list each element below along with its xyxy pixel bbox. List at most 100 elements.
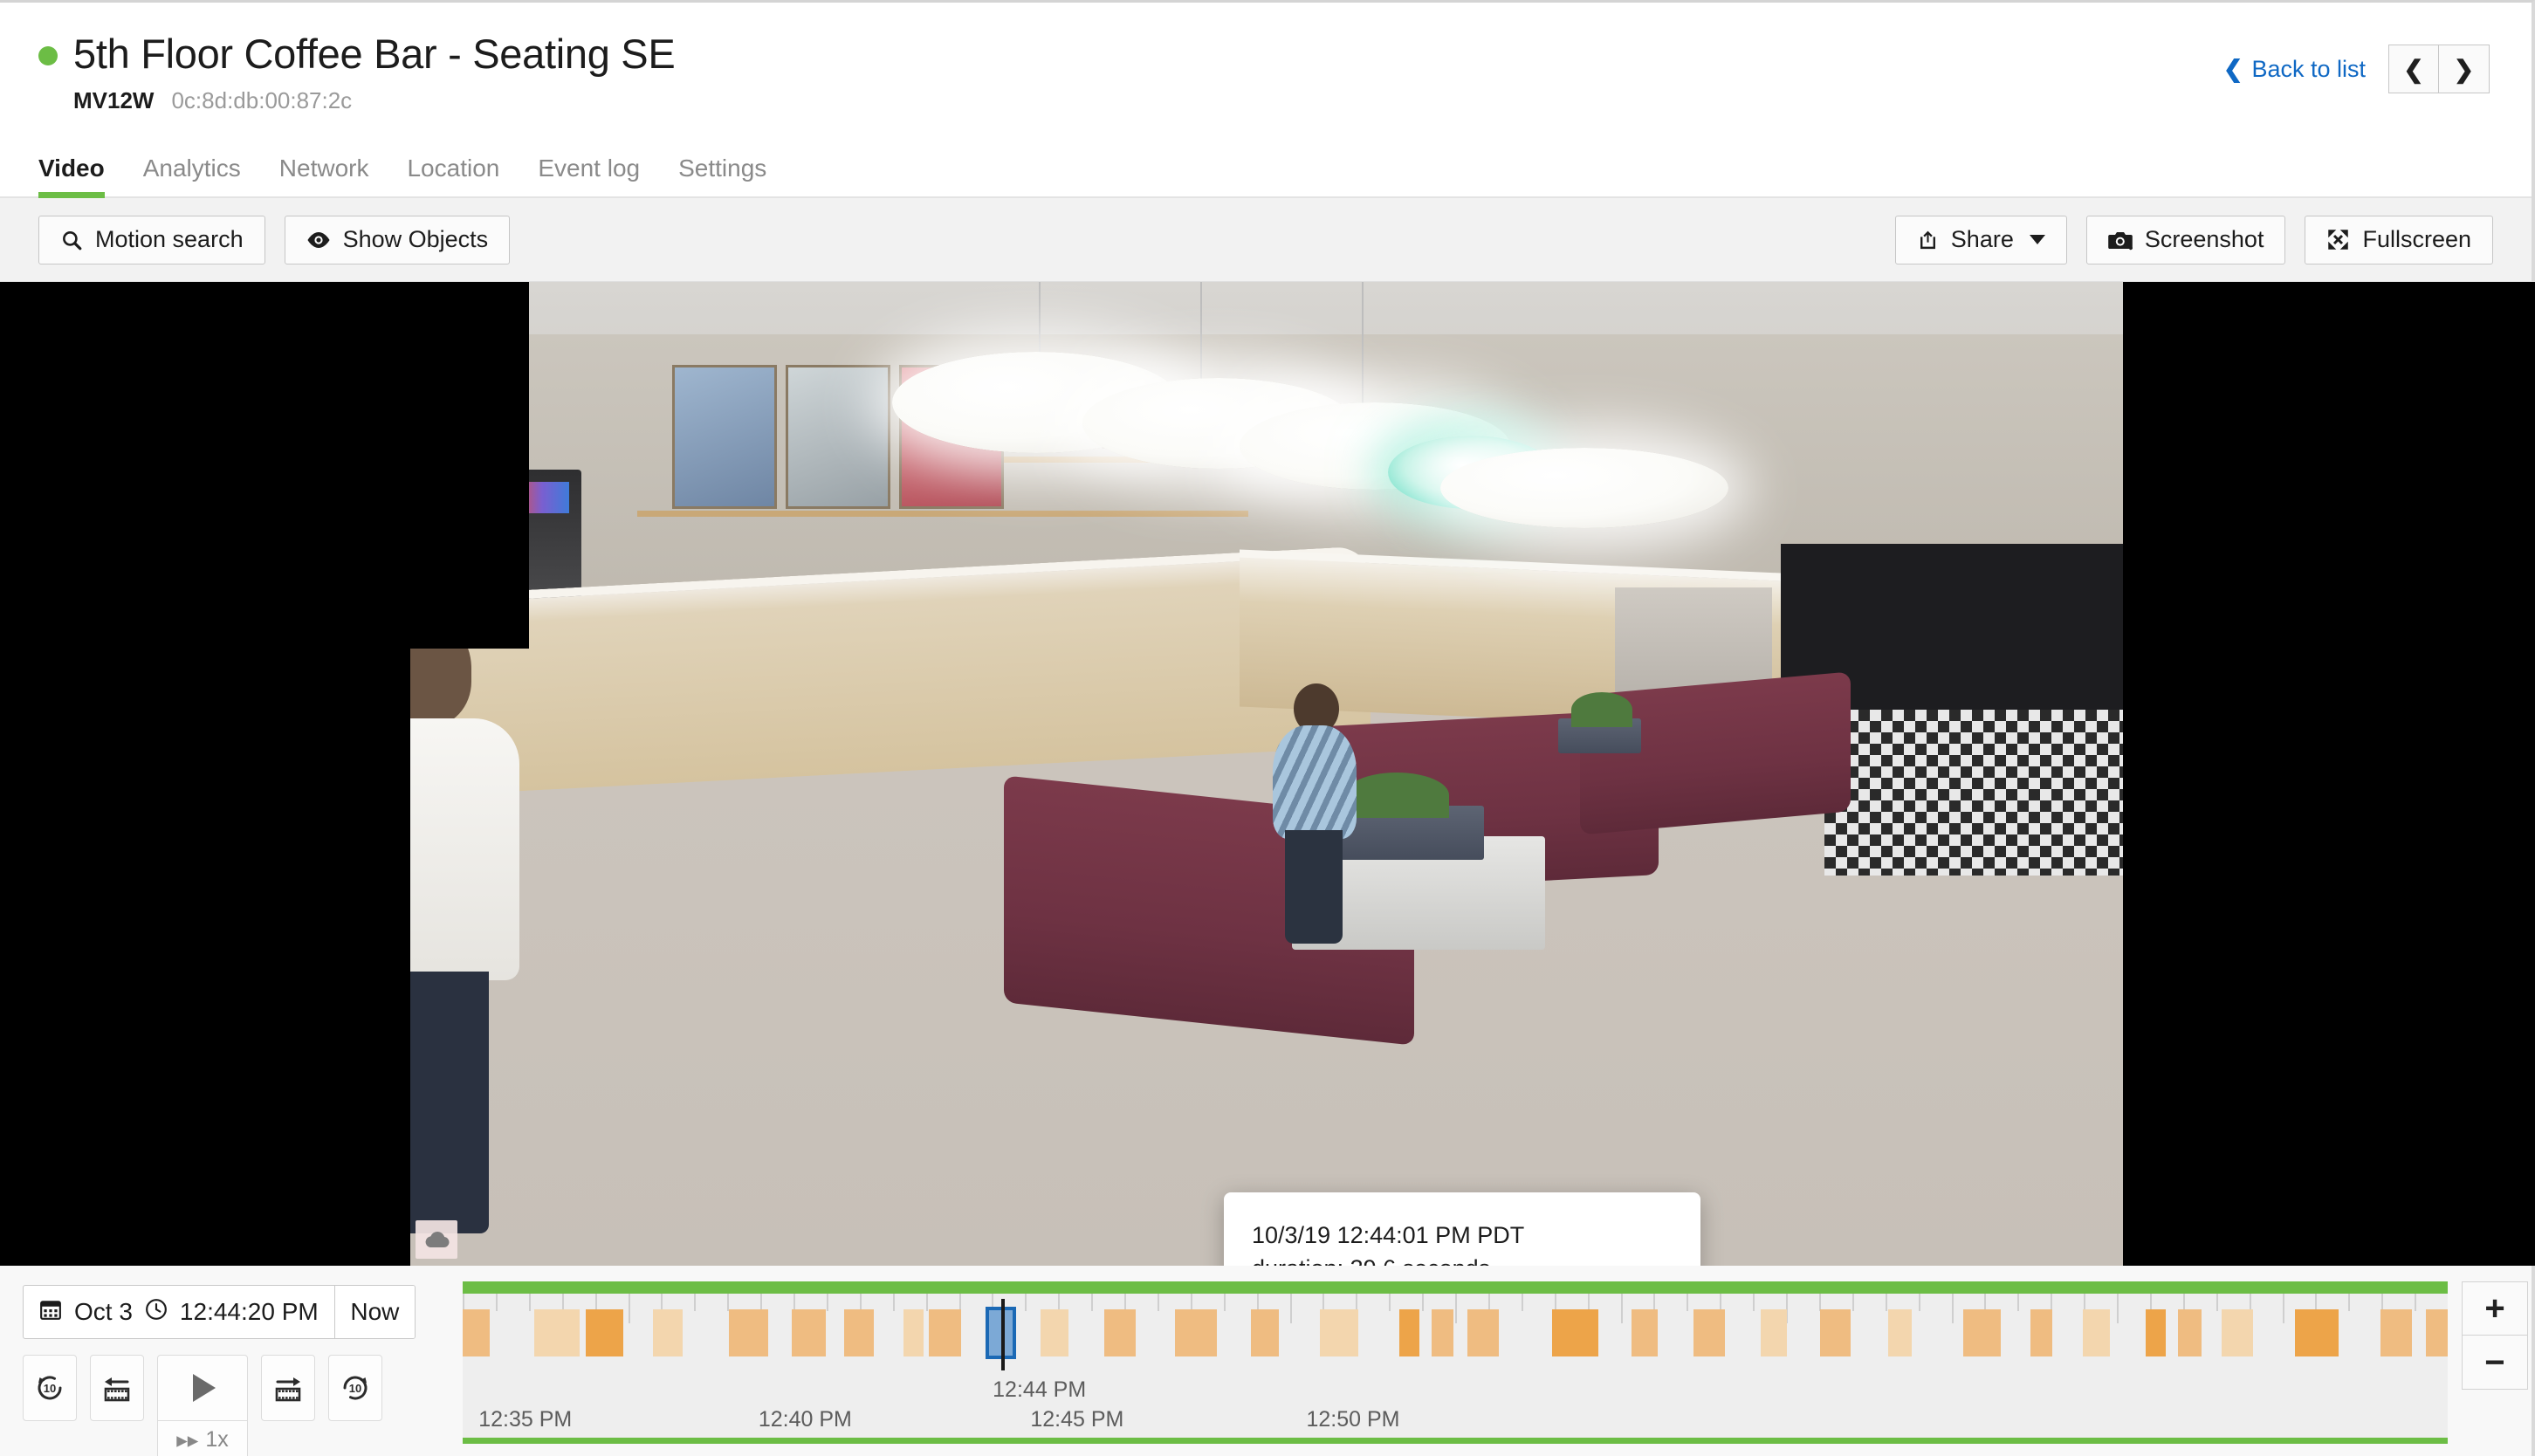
tab-event-log[interactable]: Event log: [519, 155, 659, 196]
playback-controls: Oct 3 12:44:20 PM Now 10: [0, 1266, 454, 1456]
timeline-motion-event[interactable]: [1104, 1309, 1136, 1356]
timeline-tick: [827, 1294, 828, 1311]
timeline-motion-event[interactable]: [463, 1309, 490, 1356]
timeline-tick: [1290, 1294, 1292, 1323]
timeline-tick: [860, 1294, 862, 1311]
timeline-motion-event[interactable]: [1432, 1309, 1453, 1356]
timeline-playhead[interactable]: [1001, 1299, 1005, 1370]
play-button[interactable]: [157, 1355, 248, 1421]
header-actions: ❮ Back to list ❮ ❯: [2223, 45, 2490, 93]
scene-plant: [1344, 773, 1449, 818]
timeline-tick: [1984, 1294, 1986, 1311]
timeline-zoom-out-button[interactable]: −: [2462, 1336, 2528, 1390]
timeline-motion-event[interactable]: [1320, 1309, 1357, 1356]
cloud-icon[interactable]: [416, 1220, 457, 1259]
timeline-tick: [2084, 1294, 2085, 1311]
selected-date: Oct 3: [74, 1298, 133, 1326]
motion-search-label: Motion search: [95, 226, 244, 253]
timeline-motion-event[interactable]: [534, 1309, 580, 1356]
next-frame-button[interactable]: [261, 1355, 315, 1421]
chevron-right-icon: ❯: [2454, 55, 2474, 84]
timeline-motion-event[interactable]: [1632, 1309, 1658, 1356]
timeline-motion-event[interactable]: [844, 1309, 874, 1356]
forward-10-seconds-button[interactable]: 10: [328, 1355, 382, 1421]
tab-settings[interactable]: Settings: [659, 155, 786, 196]
video-frame[interactable]: CAFE MERAKI: [410, 282, 2123, 1266]
page-title: 5th Floor Coffee Bar - Seating SE: [73, 32, 675, 75]
timeline-tick: [496, 1294, 498, 1311]
timeline-tick: [1455, 1294, 1457, 1323]
motion-search-button[interactable]: Motion search: [38, 216, 265, 264]
previous-frame-button[interactable]: [90, 1355, 144, 1421]
timeline-motion-event[interactable]: [1175, 1309, 1217, 1356]
event-duration: duration: 39.6 seconds: [1252, 1252, 1673, 1266]
timeline-motion-event[interactable]: [2222, 1309, 2253, 1356]
previous-camera-button[interactable]: ❮: [2388, 45, 2439, 93]
rewind-10-seconds-button[interactable]: 10: [23, 1355, 77, 1421]
timeline-motion-event[interactable]: [586, 1309, 623, 1356]
scene-shelf: [637, 511, 1248, 517]
timeline-motion-event[interactable]: [2083, 1309, 2111, 1356]
fast-forward-icon: ▸▸: [176, 1427, 198, 1453]
timeline-motion-event[interactable]: [1693, 1309, 1725, 1356]
timeline-motion-event[interactable]: [2030, 1309, 2052, 1356]
timeline-tick: [2381, 1294, 2383, 1311]
fullscreen-button[interactable]: Fullscreen: [2305, 216, 2493, 264]
timeline-time-label: 12:50 PM: [1306, 1407, 1399, 1432]
timeline-motion-event[interactable]: [729, 1309, 768, 1356]
timeline-tick: [1720, 1294, 1721, 1311]
timeline-motion-event[interactable]: [1552, 1309, 1597, 1356]
now-button[interactable]: Now: [334, 1286, 415, 1338]
timeline-motion-event[interactable]: [1888, 1309, 1912, 1356]
timeline-motion-event[interactable]: [929, 1309, 960, 1356]
back-chevron-icon: ❮: [2223, 58, 2243, 81]
timeline-motion-event[interactable]: [2146, 1309, 2166, 1356]
eye-icon: [306, 230, 331, 250]
timeline-motion-event[interactable]: [1041, 1309, 1068, 1356]
timeline-motion-event[interactable]: [903, 1309, 924, 1356]
tab-video[interactable]: Video: [38, 155, 124, 196]
video-player[interactable]: CAFE MERAKI: [0, 282, 2535, 1266]
timeline-time-label: 12:35 PM: [478, 1407, 572, 1432]
scene-cabinet: [672, 365, 777, 509]
playback-speed-label: 1x: [205, 1427, 228, 1453]
timeline-motion-event[interactable]: [1467, 1309, 1499, 1356]
timeline-tick: [2216, 1294, 2218, 1311]
timeline-tick: [1621, 1294, 1623, 1323]
timeline-tick: [1356, 1294, 1357, 1311]
show-objects-button[interactable]: Show Objects: [285, 216, 511, 264]
timeline-motion-event[interactable]: [2178, 1309, 2202, 1356]
timeline-motion-event[interactable]: [792, 1309, 826, 1356]
tab-location-label: Location: [407, 155, 499, 182]
tab-location[interactable]: Location: [388, 155, 519, 196]
timeline-motion-event[interactable]: [1963, 1309, 2001, 1356]
scene-foreground-person-body: [410, 718, 519, 980]
next-camera-button[interactable]: ❯: [2439, 45, 2490, 93]
datetime-picker[interactable]: Oct 3 12:44:20 PM: [24, 1286, 334, 1338]
tab-network[interactable]: Network: [260, 155, 388, 196]
playback-speed-button[interactable]: ▸▸ 1x: [157, 1421, 248, 1456]
screenshot-label: Screenshot: [2145, 226, 2264, 253]
tab-analytics[interactable]: Analytics: [124, 155, 260, 196]
timeline-motion-event[interactable]: [2295, 1309, 2339, 1356]
share-button[interactable]: Share: [1895, 216, 2067, 264]
timeline-motion-event[interactable]: [1399, 1309, 1419, 1356]
timeline-tick: [727, 1294, 729, 1311]
timeline-motion-event[interactable]: [1820, 1309, 1850, 1356]
timeline-tick: [1091, 1294, 1093, 1311]
tab-video-label: Video: [38, 155, 105, 182]
screenshot-button[interactable]: Screenshot: [2086, 216, 2286, 264]
timeline-motion-event[interactable]: [2426, 1309, 2448, 1356]
tab-settings-label: Settings: [678, 155, 766, 182]
timeline-zoom-in-button[interactable]: +: [2462, 1281, 2528, 1336]
back-to-list-link[interactable]: ❮ Back to list: [2223, 56, 2366, 83]
page-header: 5th Floor Coffee Bar - Seating SE MV12W …: [0, 3, 2532, 142]
timeline-motion-event[interactable]: [1251, 1309, 1279, 1356]
timeline-motion-event[interactable]: [2380, 1309, 2412, 1356]
playback-bar: Oct 3 12:44:20 PM Now 10: [0, 1266, 2532, 1456]
timeline-tick: [2315, 1294, 2317, 1311]
datetime-field[interactable]: Oct 3 12:44:20 PM Now: [23, 1285, 416, 1339]
timeline-motion-event[interactable]: [1761, 1309, 1787, 1356]
tab-network-label: Network: [279, 155, 369, 182]
timeline-motion-event[interactable]: [653, 1309, 683, 1356]
